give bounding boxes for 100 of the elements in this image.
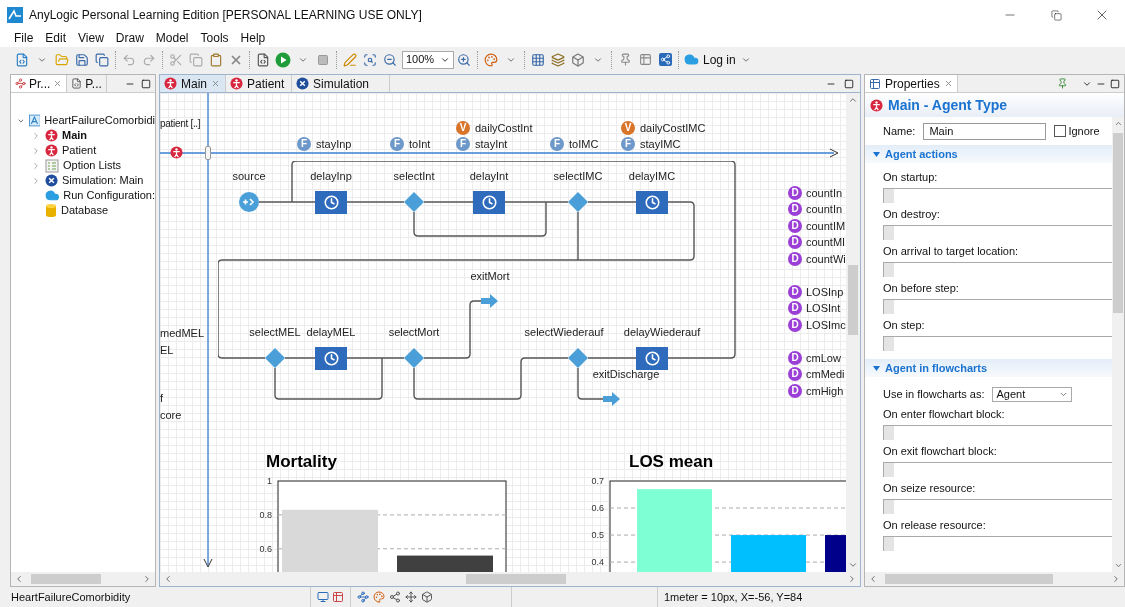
save-icon[interactable] [75,52,89,67]
pin-icon[interactable] [1057,78,1068,89]
tree-item[interactable]: Database [17,203,155,218]
tree-item[interactable]: Simulation: Main [17,173,155,188]
login-button[interactable]: Log in [703,50,736,69]
code-field[interactable] [883,498,1112,514]
scroll-up-icon[interactable] [1113,119,1123,128]
horizontal-scrollbar[interactable] [11,572,155,586]
menu-item[interactable]: Help [240,29,266,47]
letter-badge: D [788,367,802,381]
open-folder-icon[interactable] [55,52,69,67]
code-field[interactable] [883,299,1112,314]
scroll-thumb[interactable] [1113,133,1123,313]
code-field[interactable] [883,461,1112,477]
pin-icon[interactable] [618,53,632,66]
new-file-icon[interactable] [15,52,29,67]
scroll-down-icon[interactable] [1113,561,1123,570]
scroll-right-icon[interactable] [1111,574,1121,584]
menu-item[interactable]: Tools [200,29,229,47]
close-icon[interactable] [943,79,953,88]
table-icon[interactable] [332,591,344,603]
scroll-down-icon[interactable] [848,560,858,570]
horizontal-scrollbar[interactable] [865,572,1124,586]
ignore-checkbox[interactable] [1054,125,1067,137]
shapes-icon[interactable] [373,591,385,603]
tree-item[interactable]: Patient [17,143,155,158]
menu-item[interactable]: Draw [115,29,144,47]
menu-item[interactable]: View [78,29,104,47]
zoom-out-icon[interactable] [383,52,397,67]
tree-item[interactable]: Option Lists [17,158,155,173]
properties-tab[interactable]: Properties [865,75,958,92]
run-icon[interactable] [275,51,291,68]
cut-icon[interactable] [169,52,183,67]
menu-item[interactable]: Model [155,29,189,47]
move-icon[interactable] [405,591,417,603]
maximize-icon[interactable] [1110,78,1120,89]
cloud-icon[interactable] [684,52,699,67]
maximize-icon[interactable] [141,78,151,89]
tree-item[interactable]: Run Configuration: [17,188,155,203]
code-field[interactable] [883,225,1112,240]
scroll-up-icon[interactable] [848,95,858,105]
paste-icon[interactable] [209,52,223,67]
name-field[interactable]: Main [923,122,1047,140]
zoom-dropdown[interactable]: 100% [402,50,454,69]
scroll-left-icon[interactable] [14,574,24,584]
letter-badge: F [390,137,404,151]
parameter-label: dailyCostIMC [640,122,706,134]
code-field[interactable] [883,424,1112,440]
grid-icon[interactable] [531,52,545,67]
monitor-icon[interactable] [317,591,329,603]
chevron-icon[interactable] [31,175,41,186]
vertical-scrollbar[interactable] [846,93,860,572]
section-header[interactable]: Agent in flowcharts [865,359,1112,377]
chevron-icon[interactable] [31,160,41,171]
chevron-icon[interactable] [31,130,41,141]
editor-tab[interactable]: Main [160,75,226,92]
menu-item[interactable]: File [14,29,34,47]
source-block [238,191,260,213]
nodes-icon[interactable] [357,591,369,603]
redo-icon[interactable] [142,52,156,67]
field-label: On enter flowchart block: [883,408,1006,420]
tree-item[interactable]: Main [17,128,155,143]
scroll-thumb[interactable] [31,574,101,584]
letter-badge: D [788,301,802,315]
scroll-thumb[interactable] [466,574,566,584]
copy-icon[interactable] [189,52,203,67]
table-icon[interactable] [638,53,652,66]
build-icon[interactable] [256,52,270,67]
zoom-fit-icon[interactable] [363,52,377,67]
dropdown[interactable]: Agent [992,386,1073,402]
menu-item[interactable]: Edit [45,29,67,47]
code-field[interactable] [883,336,1112,351]
section-header[interactable]: Agent actions [865,145,1112,163]
palette-icon[interactable] [484,52,498,67]
scroll-left-icon[interactable] [868,574,878,584]
share-icon[interactable] [658,53,672,66]
horizontal-scrollbar[interactable] [160,572,860,586]
code-field[interactable] [883,188,1112,203]
save-all-icon[interactable] [95,52,109,67]
chevron-icon[interactable] [31,145,41,156]
select-output-block [403,191,425,213]
undo-icon[interactable] [122,52,136,67]
close-icon[interactable] [53,79,63,88]
field-label: On step: [883,320,926,331]
tree-item[interactable]: HeartFailureComorbidi [17,113,155,128]
block-label: source [232,171,266,182]
panel-tab[interactable]: Pr... [11,75,68,92]
maximize-icon[interactable] [844,78,854,89]
scroll-right-icon[interactable] [142,574,152,584]
zoom-in-icon[interactable] [457,52,471,67]
code-field[interactable] [883,535,1112,551]
code-field[interactable] [883,262,1112,277]
scroll-left-icon[interactable] [163,574,173,584]
vertical-scrollbar[interactable] [1112,117,1124,572]
pen-icon[interactable] [343,52,357,67]
scroll-thumb[interactable] [848,265,858,335]
stop-icon[interactable] [317,53,329,66]
scroll-thumb[interactable] [885,574,1053,584]
scroll-right-icon[interactable] [847,574,857,584]
restore-icon[interactable] [1050,9,1062,21]
